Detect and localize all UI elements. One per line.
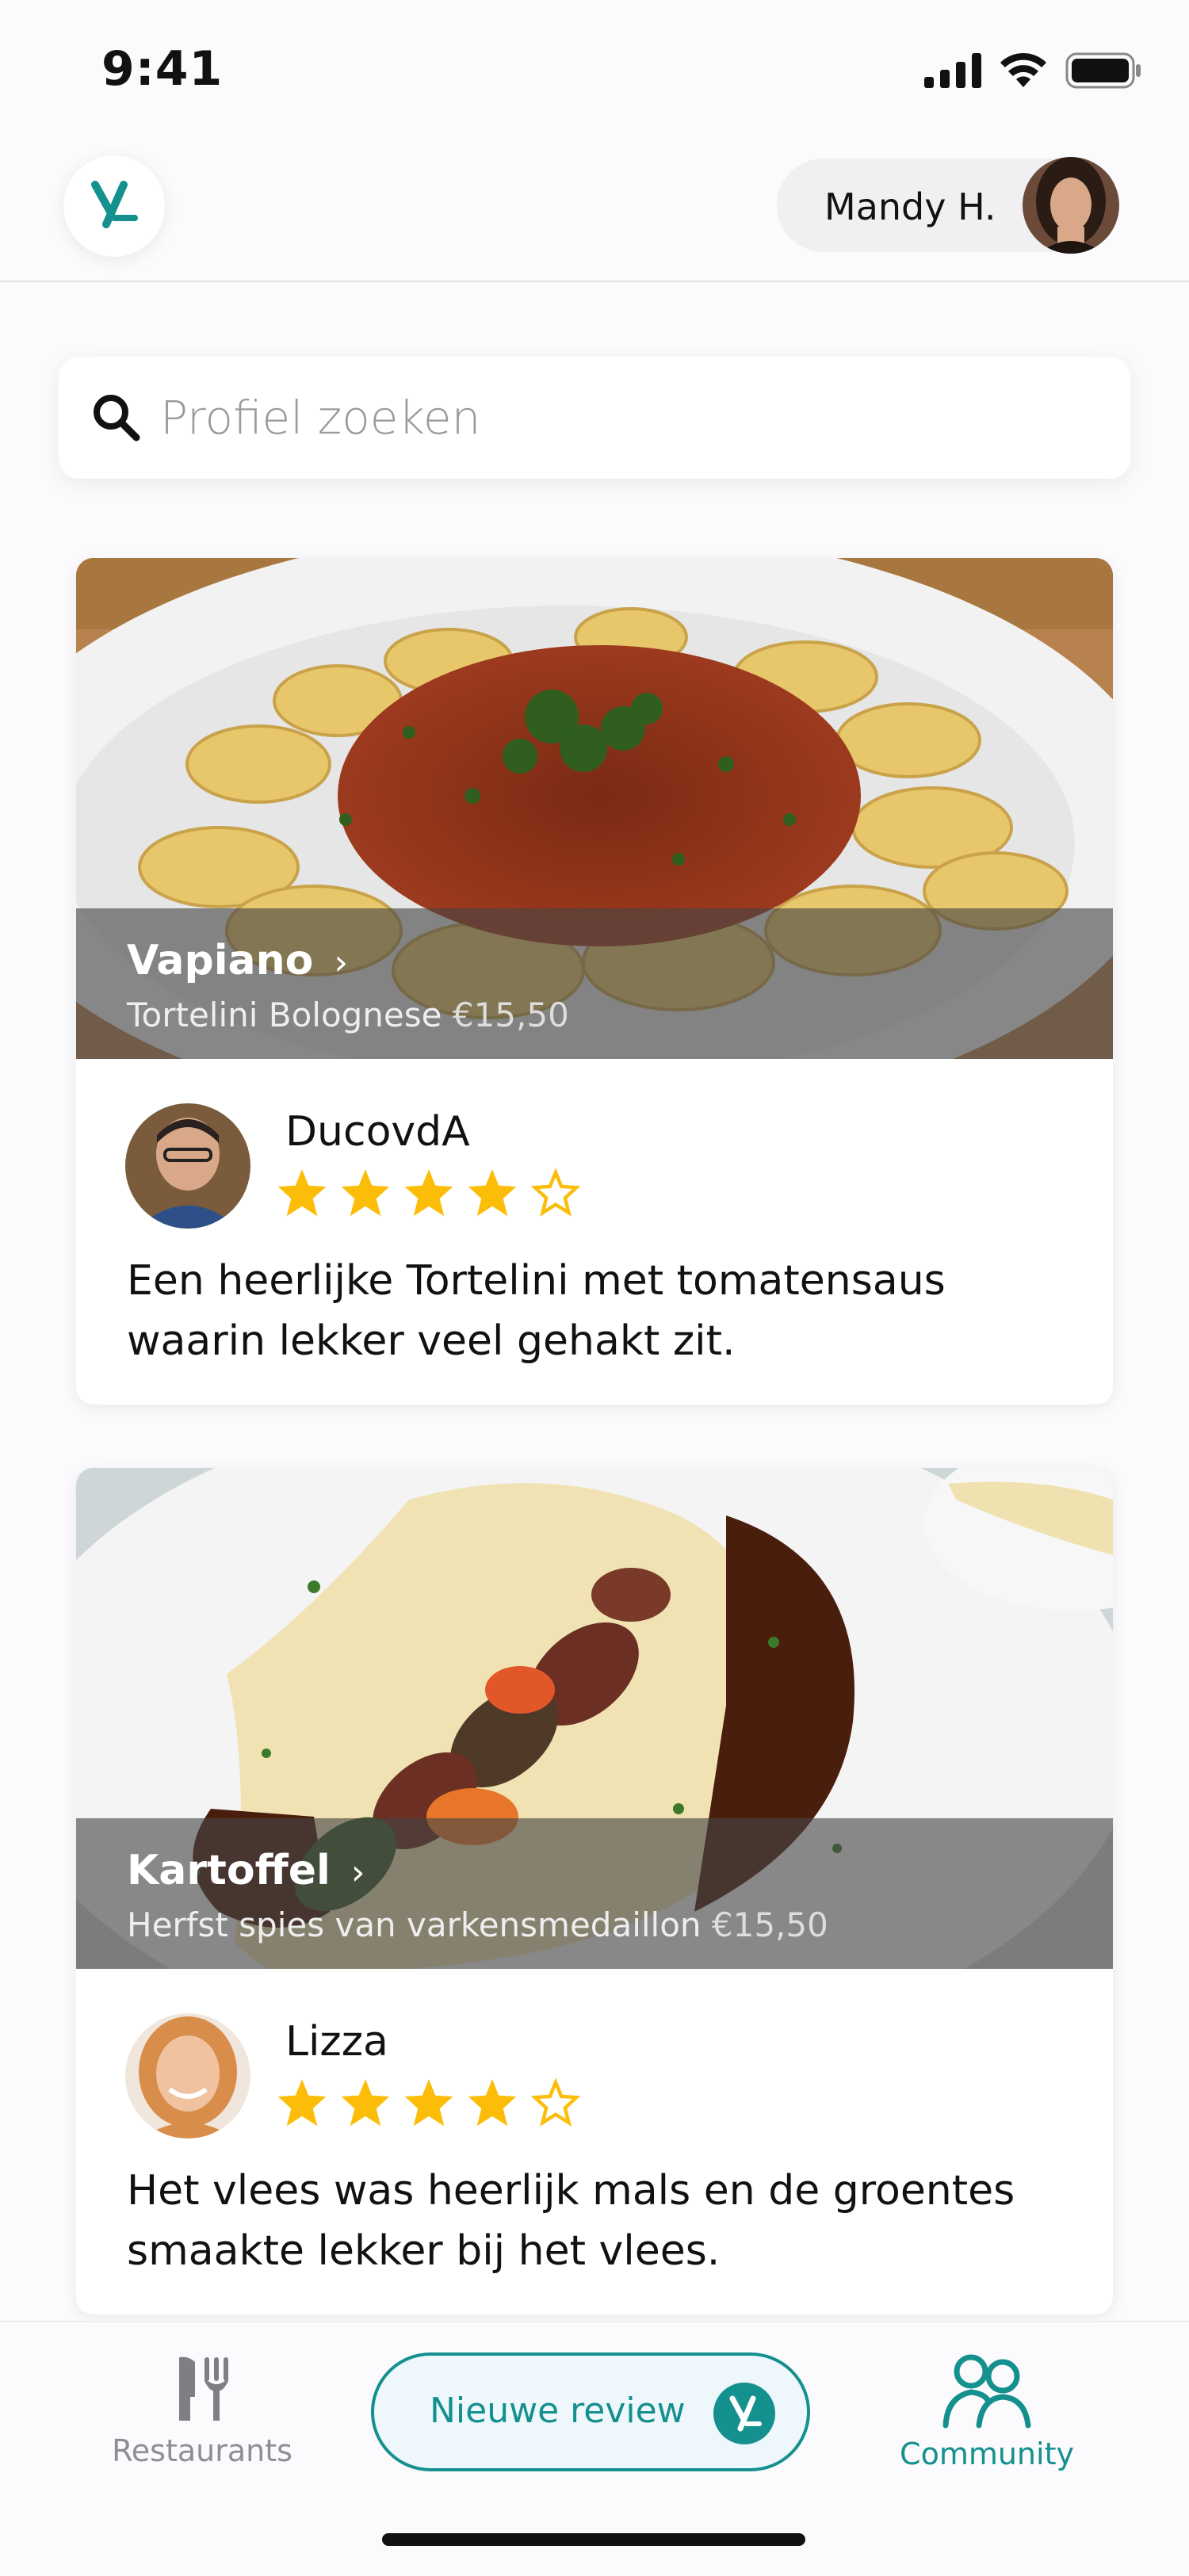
reviewer-name: Lizza xyxy=(285,2018,388,2066)
restaurant-overlay: Vapiano › Tortelini Bolognese €15,50 xyxy=(76,908,1113,1059)
dish-price: €15,50 xyxy=(711,1905,828,1944)
dish-info: Tortelini Bolognese €15,50 xyxy=(127,996,569,1034)
search-input[interactable] xyxy=(159,385,1073,450)
avatar[interactable] xyxy=(125,1103,250,1229)
chevron-right-icon: › xyxy=(350,1852,365,1893)
status-time: 9:41 xyxy=(101,41,224,97)
review-card[interactable]: Vapiano › Tortelini Bolognese €15,50 Duco… xyxy=(76,558,1113,1405)
logo-icon xyxy=(713,2383,775,2444)
restaurant-link[interactable]: Kartoffel › xyxy=(127,1847,365,1894)
wifi-icon xyxy=(1000,52,1046,87)
star-filled-icon xyxy=(277,2079,327,2127)
tab-restaurants-label: Restaurants xyxy=(112,2433,292,2468)
status-icons xyxy=(924,52,1141,89)
star-filled-icon xyxy=(468,1169,517,1217)
review-text: Het vlees was heerlijk mals en de groent… xyxy=(127,2167,1015,2275)
user-profile-chip[interactable]: Mandy H. xyxy=(777,157,1119,254)
avatar[interactable] xyxy=(125,2013,250,2138)
star-filled-icon xyxy=(341,1169,390,1217)
star-empty-icon xyxy=(530,2077,581,2127)
star-filled-icon xyxy=(277,1169,327,1217)
app-logo[interactable] xyxy=(63,155,165,257)
new-review-button[interactable]: Nieuwe review xyxy=(371,2352,810,2471)
dish-photo[interactable]: Vapiano › Tortelini Bolognese €15,50 xyxy=(76,558,1113,1059)
star-filled-icon xyxy=(404,1169,453,1217)
app-header: Mandy H. xyxy=(0,135,1189,282)
star-empty-icon xyxy=(530,1168,581,1217)
status-bar: 9:41 xyxy=(0,0,1189,135)
restaurant-overlay: Kartoffel › Herfst spies van varkensmedai… xyxy=(76,1818,1113,1969)
review-body: DucovdA Een heerlijke Tortelini met toma… xyxy=(76,1059,1113,1405)
restaurant-name: Vapiano xyxy=(127,937,314,984)
user-name: Mandy H. xyxy=(824,185,996,228)
signal-icon xyxy=(924,53,981,88)
user-avatar xyxy=(1023,157,1119,254)
search-icon xyxy=(94,395,140,441)
restaurant-link[interactable]: Vapiano › xyxy=(127,937,348,984)
cutlery-icon xyxy=(179,2356,228,2421)
community-icon xyxy=(942,2354,1031,2429)
star-filled-icon xyxy=(404,2079,453,2127)
tab-community-label: Community xyxy=(900,2436,1074,2471)
battery-icon xyxy=(1065,52,1141,89)
review-body: Lizza Het vlees was heerlijk mals en de … xyxy=(76,1969,1113,2314)
new-review-label: Nieuwe review xyxy=(430,2391,686,2431)
star-rating xyxy=(276,1167,582,1217)
home-indicator[interactable] xyxy=(382,2533,805,2546)
search-bar xyxy=(59,357,1130,479)
star-filled-icon xyxy=(468,2079,517,2127)
tab-restaurants[interactable]: Restaurants xyxy=(111,2354,293,2468)
tab-community[interactable]: Community xyxy=(880,2352,1094,2471)
dish-price: €15,50 xyxy=(452,996,569,1034)
dish-photo[interactable]: Kartoffel › Herfst spies van varkensmedai… xyxy=(76,1468,1113,1969)
dish-info: Herfst spies van varkensmedaillon €15,50 xyxy=(127,1905,828,1944)
restaurant-name: Kartoffel xyxy=(127,1847,331,1894)
logo-icon xyxy=(91,181,138,228)
chevron-right-icon: › xyxy=(334,942,348,983)
review-text: Een heerlijke Tortelini met tomatensaus … xyxy=(127,1257,946,1365)
reviewer-name: DucovdA xyxy=(285,1108,470,1156)
dish-name: Tortelini Bolognese xyxy=(127,996,442,1034)
review-card[interactable]: Kartoffel › Herfst spies van varkensmedai… xyxy=(76,1468,1113,2314)
star-rating xyxy=(276,2077,582,2127)
star-filled-icon xyxy=(341,2079,390,2127)
dish-name: Herfst spies van varkensmedaillon xyxy=(127,1905,702,1944)
